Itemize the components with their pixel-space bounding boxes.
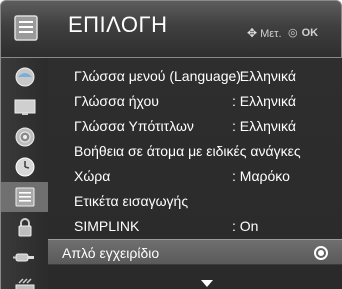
ok-hint: ◎ OK: [288, 26, 318, 39]
menu-item-subtitle-language[interactable]: Γλώσσα Υπότιτλων : Ελληνικά: [48, 114, 342, 138]
scroll-down-arrow-icon[interactable]: [201, 280, 213, 287]
option-list: Γλώσσα μενού (Language) : Ελληνικά Γλώσσ…: [48, 58, 342, 289]
sidebar-item-option[interactable]: [1, 182, 49, 212]
menu-item-value: : Ελληνικά: [232, 68, 296, 84]
clock-icon: [15, 157, 35, 177]
menu-item-label: Γλώσσα ήχου: [74, 93, 159, 109]
menu-item-accessibility[interactable]: Βοήθεια σε άτομα με ειδικές ανάγκες: [48, 139, 342, 163]
menu-item-value: : Μαρόκο: [232, 168, 290, 184]
page-title: ΕΠΙΛΟΓΗ: [68, 12, 168, 37]
move-hint: ✥ Μετ.: [247, 26, 282, 40]
menu-item-country[interactable]: Χώρα : Μαρόκο: [48, 164, 342, 188]
sidebar-item-picture[interactable]: [1, 62, 49, 92]
audio-icon: [15, 127, 35, 147]
screen-icon: [14, 99, 36, 115]
menu-item-value: : Ελληνικά: [232, 118, 296, 134]
menu-item-label: Απλό εγχειρίδιο: [62, 245, 160, 261]
menu-item-label: Χώρα: [74, 168, 111, 184]
menu-item-label: Γλώσσα μενού (Language): [74, 68, 241, 84]
tv-menu-screen: ΕΠΙΛΟΓΗ ✥ Μετ. ◎ OK Γλώσσα μενού (Langua…: [0, 0, 342, 289]
menu-item-value: : On: [232, 218, 259, 234]
sidebar-item-usb[interactable]: [1, 272, 49, 289]
sidebar-item-input[interactable]: [1, 242, 49, 272]
option-icon: [14, 15, 38, 41]
category-sidebar: [0, 58, 49, 289]
radio-selected-icon: [314, 246, 328, 260]
input-icon: [13, 253, 34, 262]
menu-item-label: Βοήθεια σε άτομα με ειδικές ανάγκες: [74, 143, 301, 159]
ok-hint-label: OK: [301, 27, 319, 39]
option-icon: [15, 187, 35, 207]
sidebar-item-lock[interactable]: [1, 212, 49, 242]
picture-icon: [15, 67, 35, 87]
menu-item-simplink[interactable]: SIMPLINK : On: [48, 214, 342, 238]
navigation-arrows-icon: ✥: [247, 26, 258, 40]
menu-item-audio-language[interactable]: Γλώσσα ήχου : Ελληνικά: [48, 89, 342, 113]
menu-header: ΕΠΙΛΟΓΗ ✥ Μετ. ◎ OK: [0, 0, 342, 58]
sidebar-item-time[interactable]: [1, 152, 49, 182]
usb-icon: [15, 278, 35, 289]
ok-button-icon: ◎: [288, 27, 298, 39]
menu-item-input-label[interactable]: Ετικέτα εισαγωγής: [48, 189, 342, 213]
menu-item-label: Γλώσσα Υπότιτλων: [74, 118, 194, 134]
lock-icon: [18, 218, 32, 237]
sidebar-item-screen[interactable]: [1, 92, 49, 122]
menu-item-value: : Ελληνικά: [232, 93, 296, 109]
menu-item-menu-language[interactable]: Γλώσσα μενού (Language) : Ελληνικά: [48, 64, 342, 88]
move-hint-label: Μετ.: [260, 28, 282, 40]
menu-item-label: SIMPLINK: [74, 218, 140, 234]
menu-item-label: Ετικέτα εισαγωγής: [74, 193, 189, 209]
sidebar-item-audio[interactable]: [1, 122, 49, 152]
menu-item-simple-manual[interactable]: Απλό εγχειρίδιο: [48, 239, 342, 265]
